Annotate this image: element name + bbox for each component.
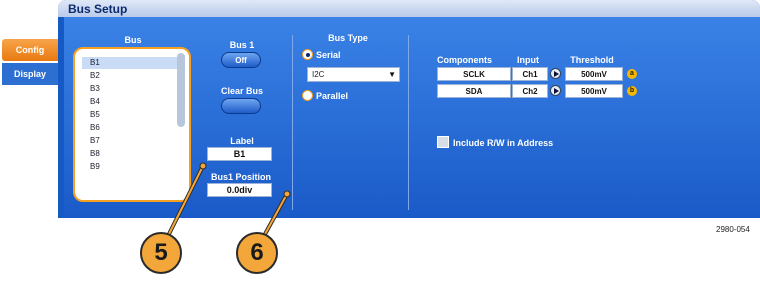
callout-6-anchor-dot [283, 190, 291, 198]
callout-leaders [166, 162, 291, 237]
callout-5-anchor-dot [199, 162, 207, 170]
callout-6-leader [263, 193, 288, 237]
callout-5-leader [167, 165, 204, 237]
callout-6: 6 [236, 232, 278, 274]
callout-5: 5 [140, 232, 182, 274]
